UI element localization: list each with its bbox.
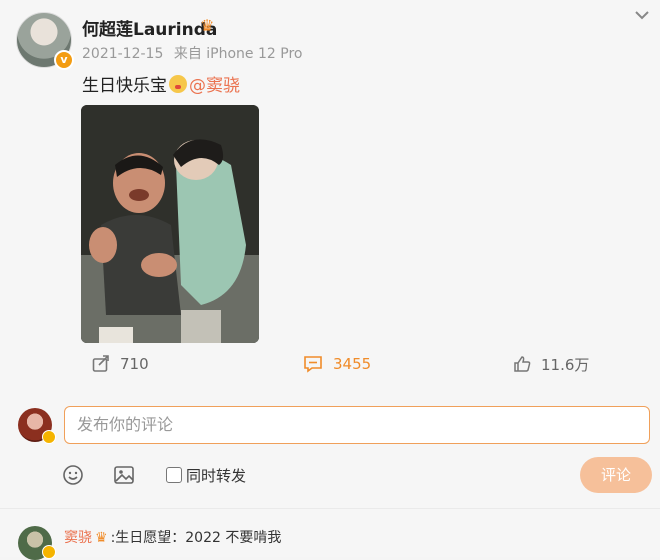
also-repost-checkbox[interactable]: [166, 467, 182, 483]
repost-icon: [92, 355, 109, 372]
crown-icon: ♛: [200, 16, 215, 35]
reply-author[interactable]: 窦骁: [64, 530, 92, 546]
reply-text: :生日愿望：2022 不要啃我: [110, 530, 282, 546]
post-photo[interactable]: [81, 105, 259, 343]
reply-line: 窦骁 ♛:生日愿望：2022 不要啃我: [64, 527, 281, 547]
post-date[interactable]: 2021-12-15: [82, 46, 163, 62]
repost-button[interactable]: 710: [92, 353, 149, 375]
verified-badge-icon: v: [54, 50, 74, 70]
emoji-icon[interactable]: [62, 464, 84, 486]
post-meta: 2021-12-15 来自 iPhone 12 Pro: [82, 43, 302, 63]
chevron-down-icon[interactable]: [633, 6, 651, 24]
mention-link[interactable]: @窦骁: [189, 76, 240, 96]
post-source: 来自 iPhone 12 Pro: [173, 46, 303, 62]
like-count: 11.6万: [541, 355, 590, 374]
comment-count: 3455: [333, 355, 372, 373]
reply-crown-icon: ♛: [95, 530, 108, 546]
author-name[interactable]: 何超莲Laurinda: [82, 15, 217, 40]
submit-comment-button[interactable]: 评论: [580, 457, 652, 493]
photo-illustration: [81, 105, 259, 343]
post-text-body: 生日快乐宝: [82, 76, 167, 96]
like-button[interactable]: 11.6万: [513, 353, 589, 375]
post-text: 生日快乐宝 @窦骁: [82, 71, 240, 96]
thumbs-up-icon: [514, 356, 531, 372]
comment-icon: [304, 356, 322, 373]
comment-button[interactable]: 3455: [303, 353, 371, 375]
repost-count: 710: [120, 355, 149, 373]
current-user-verified-icon: [42, 430, 56, 444]
kiss-emoji-icon: [169, 75, 187, 93]
image-icon[interactable]: [113, 464, 135, 486]
comment-input[interactable]: 发布你的评论: [64, 406, 650, 444]
divider: [0, 508, 660, 509]
also-repost-label: 同时转发: [186, 467, 247, 485]
